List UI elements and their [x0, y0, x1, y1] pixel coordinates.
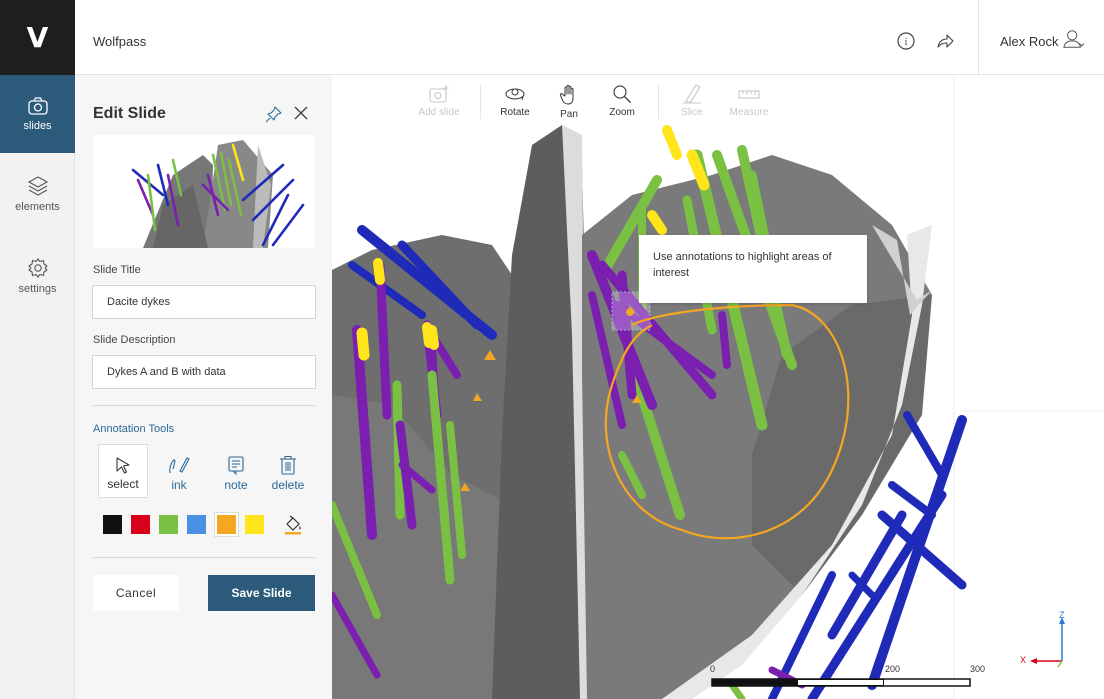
slide-description-label: Slide Description	[93, 334, 176, 346]
color-swatch[interactable]	[215, 513, 238, 536]
panel-divider	[93, 557, 315, 558]
close-icon[interactable]	[293, 105, 309, 126]
paint-bucket-icon[interactable]	[283, 514, 303, 541]
tool-ink[interactable]: ink	[154, 444, 204, 498]
x-axis-label: X	[1020, 655, 1027, 665]
rotate-icon	[505, 88, 525, 101]
header-divider	[978, 0, 979, 75]
top-bar: Wolfpass i Alex Rock	[75, 0, 1104, 75]
edit-slide-panel: Edit Slide Slide Title Dacite dykes Slid…	[75, 75, 332, 699]
ink-pen-icon	[169, 457, 190, 474]
toolbar-rotate[interactable]: Rotate	[487, 84, 543, 118]
note-icon	[228, 456, 244, 475]
panel-divider	[93, 405, 315, 406]
tool-select[interactable]: select	[98, 444, 148, 498]
toolbar-add-slide: Add slide	[411, 84, 467, 118]
toolbar-slice: Slice	[664, 84, 720, 118]
share-icon[interactable]	[935, 30, 957, 52]
layers-icon	[27, 176, 48, 196]
toolbar-zoom[interactable]: Zoom	[594, 84, 650, 118]
add-slide-icon	[429, 85, 449, 103]
gear-icon	[27, 258, 48, 278]
nav-slides[interactable]: slides	[0, 75, 75, 153]
app-logo[interactable]: V	[0, 0, 75, 75]
pin-icon[interactable]	[265, 105, 283, 128]
annotation-note[interactable]: Use annotations to highlight areas of in…	[639, 235, 867, 303]
slide-description-input[interactable]: Dykes A and B with data	[92, 355, 316, 389]
trash-icon	[280, 456, 296, 475]
scale-label: 0	[710, 664, 716, 674]
slide-thumbnail	[93, 135, 315, 248]
cancel-button[interactable]: Cancel	[93, 575, 179, 611]
nav-elements[interactable]: elements	[0, 155, 75, 233]
toolbar-separator	[480, 85, 481, 119]
3d-scene[interactable]	[332, 75, 1104, 699]
slide-title-label: Slide Title	[93, 264, 141, 276]
scale-label: 300	[970, 664, 986, 674]
hand-icon	[559, 84, 574, 105]
slide-title-input[interactable]: Dacite dykes	[92, 285, 316, 319]
cursor-icon	[116, 457, 130, 474]
color-swatch[interactable]	[103, 515, 122, 534]
nav-settings[interactable]: settings	[0, 237, 75, 315]
toolbar-pan[interactable]: Pan	[541, 84, 597, 120]
ruler-icon	[738, 90, 760, 99]
axes-gizmo-icon	[1030, 617, 1065, 668]
panel-title: Edit Slide	[93, 105, 166, 122]
magnifier-icon	[613, 85, 631, 103]
toolbar-measure: Measure	[721, 84, 777, 118]
svg-text:i: i	[905, 37, 908, 48]
user-name[interactable]: Alex Rock	[1000, 34, 1059, 49]
color-swatch[interactable]	[187, 515, 206, 534]
info-icon[interactable]: i	[895, 30, 917, 52]
z-axis-label: Z	[1059, 610, 1065, 620]
project-name: Wolfpass	[93, 34, 147, 49]
3d-viewport[interactable]: Add slide Rotate Pan Zoom Slice Measure …	[332, 75, 1104, 699]
camera-icon	[27, 97, 48, 115]
save-slide-button[interactable]: Save Slide	[208, 575, 315, 611]
color-swatch[interactable]	[159, 515, 178, 534]
tool-delete[interactable]: delete	[263, 444, 313, 498]
scale-label: 200	[885, 664, 901, 674]
annotation-tools-label: Annotation Tools	[93, 423, 175, 435]
color-swatch[interactable]	[245, 515, 264, 534]
slice-icon	[683, 84, 701, 104]
tool-note[interactable]: note	[211, 444, 261, 498]
color-swatch[interactable]	[131, 515, 150, 534]
toolbar-separator	[658, 85, 659, 119]
side-nav: slides elements settings	[0, 75, 75, 699]
user-avatar-icon[interactable]	[1063, 28, 1085, 50]
